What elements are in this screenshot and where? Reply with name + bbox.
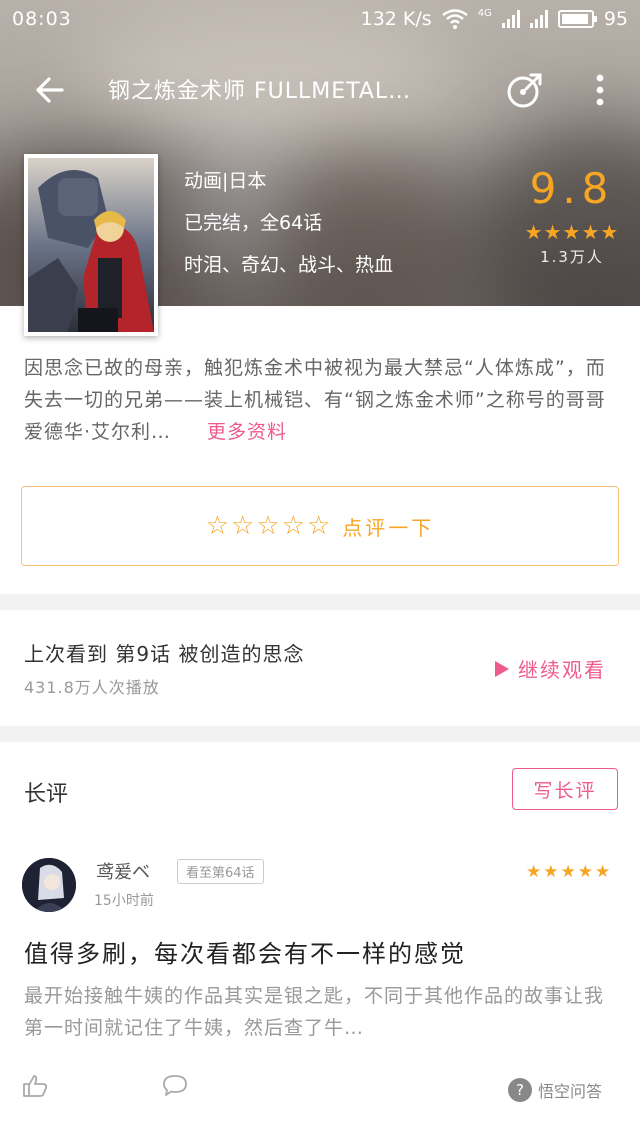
poster-image[interactable]	[24, 154, 158, 336]
wifi-icon	[441, 9, 468, 29]
watch-progress-card[interactable]: 上次看到 第9话 被创造的思念 431.8万人次播放 继续观看	[0, 610, 640, 726]
score-stars: ★★★★★	[524, 220, 620, 244]
more-vertical-icon[interactable]	[584, 70, 616, 110]
status-bar: 08:03 132 K/s 4G 95	[0, 0, 640, 40]
continue-label: 继续观看	[518, 658, 606, 682]
description: 因思念已故的母亲，触犯炼金术中被视为最大禁忌“人体炼成”，而失去一切的兄弟——装…	[24, 352, 618, 448]
review-title[interactable]: 值得多刷，每次看都会有不一样的感觉	[24, 934, 466, 969]
long-reviews-card: 长评 写长评 鸢爰ベ 看至第64话 15小时前 ★★★★★ 值得多刷，每次看都会…	[0, 742, 640, 1137]
empty-stars-icon: ☆☆☆☆☆	[205, 511, 333, 541]
net-speed: 132 K/s	[360, 8, 432, 30]
battery-icon	[557, 10, 597, 28]
rating-summary: 9.8 ★★★★★ 1.3万人	[520, 166, 624, 267]
anime-tags: 时泪、奇幻、战斗、热血	[184, 254, 394, 276]
poster-artwork	[28, 158, 154, 332]
description-text: 因思念已故的母亲，触犯炼金术中被视为最大禁忌“人体炼成”，而失去一切的兄弟——装…	[24, 357, 606, 443]
anime-category: 动画|日本	[184, 170, 267, 192]
page-title: 钢之炼金术师 FULLMETAL…	[108, 79, 412, 104]
arrow-left-icon[interactable]	[30, 70, 70, 110]
thumbs-up-icon[interactable]	[22, 1074, 48, 1098]
play-count: 431.8万人次播放	[24, 678, 160, 697]
play-icon	[495, 660, 509, 677]
avatar[interactable]	[22, 858, 76, 912]
watermark: ? 悟空问答	[508, 1078, 602, 1102]
episode-badge: 看至第64话	[177, 859, 264, 884]
status-time: 08:03	[12, 8, 72, 30]
score: 9.8	[529, 164, 615, 213]
rate-label: 点评一下	[342, 515, 435, 540]
signal-icon	[529, 10, 548, 28]
share-icon[interactable]	[504, 69, 546, 111]
comment-icon[interactable]	[162, 1074, 188, 1098]
section-title: 长评	[24, 782, 69, 807]
rate-button[interactable]: ☆☆☆☆☆ 点评一下	[21, 486, 619, 566]
review-username[interactable]: 鸢爰ベ	[96, 858, 150, 884]
battery-level: 95	[603, 8, 628, 30]
top-bar: 钢之炼金术师 FULLMETAL…	[0, 60, 640, 118]
network-type: 4G	[477, 8, 492, 19]
last-watched: 上次看到 第9话 被创造的思念	[24, 642, 305, 666]
status-indicators: 132 K/s 4G 95	[361, 8, 628, 30]
review-body[interactable]: 最开始接触牛姨的作品其实是银之匙，不同于其他作品的故事让我第一时间就记住了牛姨，…	[24, 980, 618, 1044]
review-time: 15小时前	[94, 893, 154, 909]
signal-icon	[501, 10, 520, 28]
wukong-logo-icon: ?	[508, 1078, 532, 1102]
intro-card: 因思念已故的母亲，触犯炼金术中被视为最大禁忌“人体炼成”，而失去一切的兄弟——装…	[0, 306, 640, 594]
anime-meta: 动画|日本 已完结，全64话 时泪、奇幻、战斗、热血	[184, 160, 393, 286]
write-review-button[interactable]: 写长评	[512, 768, 618, 810]
watermark-text: 悟空问答	[538, 1082, 603, 1101]
review-stars: ★★★★★	[526, 862, 613, 882]
avatar-image	[22, 858, 76, 912]
rating-count: 1.3万人	[540, 248, 604, 266]
anime-status: 已完结，全64话	[184, 212, 323, 234]
more-info-link[interactable]: 更多资料	[207, 421, 287, 443]
continue-watching-button[interactable]: 继续观看	[494, 654, 606, 683]
